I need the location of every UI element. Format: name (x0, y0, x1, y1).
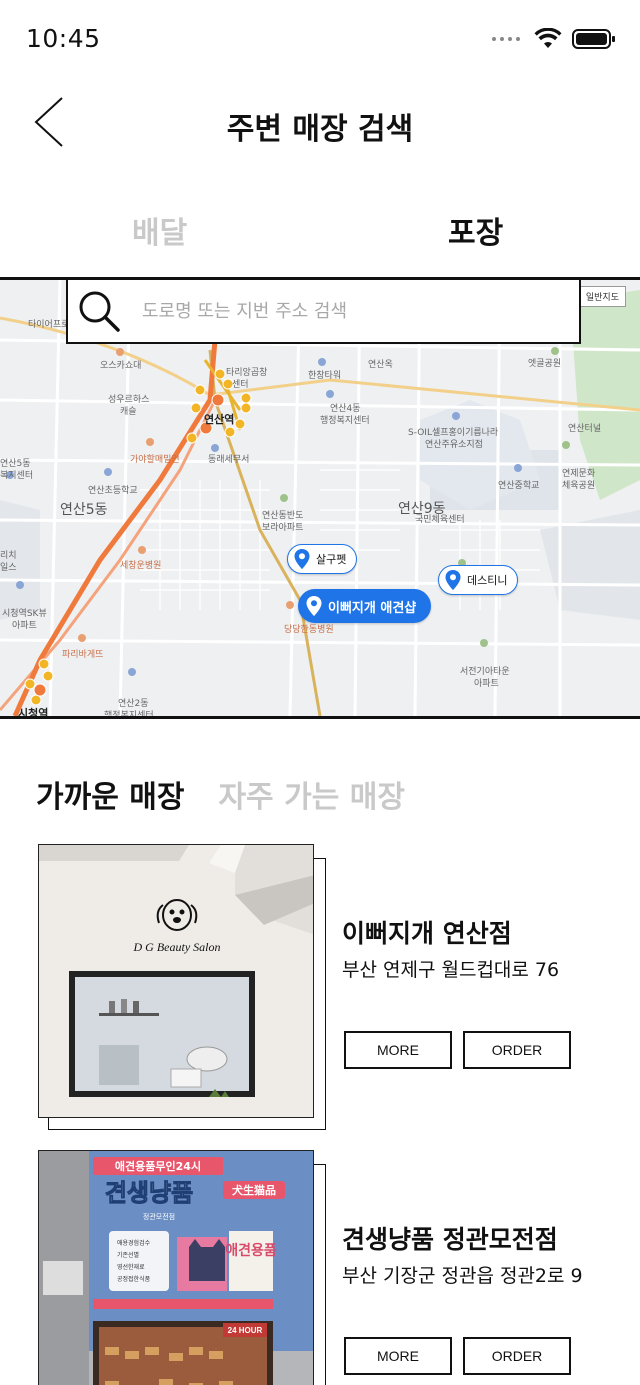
status-time: 10:45 (26, 24, 101, 53)
map-pin-salgupet[interactable]: 살구펫 (287, 544, 358, 574)
search-icon[interactable] (76, 288, 122, 334)
map-label: 시청역 (18, 707, 49, 719)
tab-delivery[interactable]: 배달 (132, 208, 187, 252)
shop-sign-top: 애견용품무인24시 (115, 1159, 201, 1173)
map[interactable]: 타이어프로 오스카쇼대 성우르하스 캐슬 연산역 가야할매밀면 동래세무서 타리… (0, 277, 640, 719)
shop-sign-list: 기존선별 (117, 1251, 139, 1259)
map-label: 행정복지센터 (320, 416, 370, 426)
map-label: 한창타워 (308, 371, 342, 381)
map-label: 연산옥 (368, 360, 393, 370)
more-button[interactable]: MORE (344, 1337, 452, 1375)
map-label: 연산초등학교 (88, 486, 138, 496)
map-label: 파리바게뜨 (62, 650, 104, 660)
salon-storefront-image: D G Beauty Salon (39, 845, 313, 1117)
shop-sign-main: 견생냥품 (105, 1179, 193, 1207)
map-pin-label: 데스티니 (467, 574, 508, 587)
status-bar: 10:45 (0, 0, 640, 80)
map-label: 동래세무서 (208, 455, 250, 465)
tab-takeout[interactable]: 포장 (448, 208, 503, 252)
shop-sign-side: 애견용품 (225, 1242, 277, 1259)
store-photo: 애견용품무인24시 견생냥품 犬生猫品 정관모전점 애용경험검수 기존선별 영선… (38, 1150, 314, 1385)
battery-icon (572, 29, 615, 49)
tab-nearby-stores[interactable]: 가까운 매장 (36, 772, 184, 816)
map-pin-ippeojigae[interactable]: 이뻐지개 애견샵 (298, 589, 432, 623)
map-label: 세창운병원 (120, 561, 162, 571)
order-button[interactable]: ORDER (463, 1031, 571, 1069)
map-label: 캐슬 (120, 407, 137, 417)
map-label: 당당한동병원 (284, 625, 334, 635)
header: 주변 매장 검색 (0, 80, 640, 170)
map-label: 센터 (232, 380, 249, 390)
map-label: 아파트 (474, 679, 499, 689)
map-label: 가야할매밀면 (130, 455, 180, 465)
salon-sign-text: D G Beauty Salon (133, 940, 221, 954)
petshop-storefront-image: 애견용품무인24시 견생냥품 犬生猫品 정관모전점 애용경험검수 기존선별 영선… (39, 1151, 313, 1385)
status-icons (492, 28, 616, 50)
map-label: 연산주유소지점 (425, 440, 483, 450)
location-pin-icon (445, 570, 461, 590)
map-type-button[interactable]: 일반지도 (578, 286, 626, 307)
map-label: 엣골공원 (528, 359, 562, 369)
shop-sign-list: 영선한재료 (117, 1263, 145, 1271)
shop-sign-list: 공정접한식품 (117, 1275, 151, 1283)
signal-icon (492, 37, 520, 41)
map-label: 국민체육센터 (415, 515, 465, 525)
store-name: 견생냥품 정관모전점 (342, 1225, 558, 1254)
wifi-icon (534, 28, 562, 48)
map-label: 아파트 (12, 621, 37, 631)
order-button[interactable]: ORDER (463, 1337, 571, 1375)
map-label: 연산중학교 (498, 481, 540, 491)
map-pin-label: 살구펫 (316, 553, 347, 566)
map-pin-label: 이뻐지개 애견샵 (328, 600, 417, 616)
map-label: 보라아파트 (262, 523, 304, 533)
map-label: 행정복지센터 (104, 711, 154, 719)
address-search-input[interactable] (142, 300, 542, 322)
store-list-tabs: 가까운 매장 자주 가는 매장 (36, 772, 405, 816)
map-label: 복지센터 (0, 471, 34, 481)
more-button[interactable]: MORE (344, 1031, 452, 1069)
shop-sign-list: 애용경험검수 (117, 1239, 151, 1247)
map-label: 체육공원 (562, 481, 596, 491)
map-label: 연산역 (204, 413, 235, 426)
map-label: 타이어프로 (28, 320, 70, 330)
store-address: 부산 연제구 월드컵대로 76 (342, 959, 560, 981)
location-pin-icon (306, 596, 322, 616)
shop-sign-cjk: 犬生猫品 (232, 1183, 276, 1197)
shop-sign-hours: 24 HOUR (228, 1326, 263, 1335)
store-card[interactable]: D G Beauty Salon 이뻐지개 연산점 부산 연제구 월드컵대로 7… (38, 844, 638, 1134)
store-address: 부산 기장군 정관읍 정관2로 9 (342, 1265, 583, 1287)
store-photo: D G Beauty Salon (38, 844, 314, 1118)
store-name: 이뻐지개 연산점 (342, 919, 512, 948)
location-pin-icon (294, 549, 310, 569)
map-label: 연산5동 (60, 502, 108, 518)
page-title: 주변 매장 검색 (226, 112, 414, 147)
shop-sign-sub: 정관모전점 (143, 1212, 175, 1221)
tab-frequent-stores[interactable]: 자주 가는 매장 (218, 772, 405, 816)
order-type-tabs: 배달 포장 (0, 200, 640, 260)
map-label: 연산터널 (568, 424, 602, 434)
search-bar (66, 280, 581, 344)
store-card[interactable]: 애견용품무인24시 견생냥품 犬生猫品 정관모전점 애용경험검수 기존선별 영선… (38, 1150, 638, 1385)
map-label: 일스 (0, 563, 17, 573)
map-pin-destiny[interactable]: 데스티니 (438, 565, 519, 595)
map-label: 오스카쇼대 (100, 361, 142, 371)
